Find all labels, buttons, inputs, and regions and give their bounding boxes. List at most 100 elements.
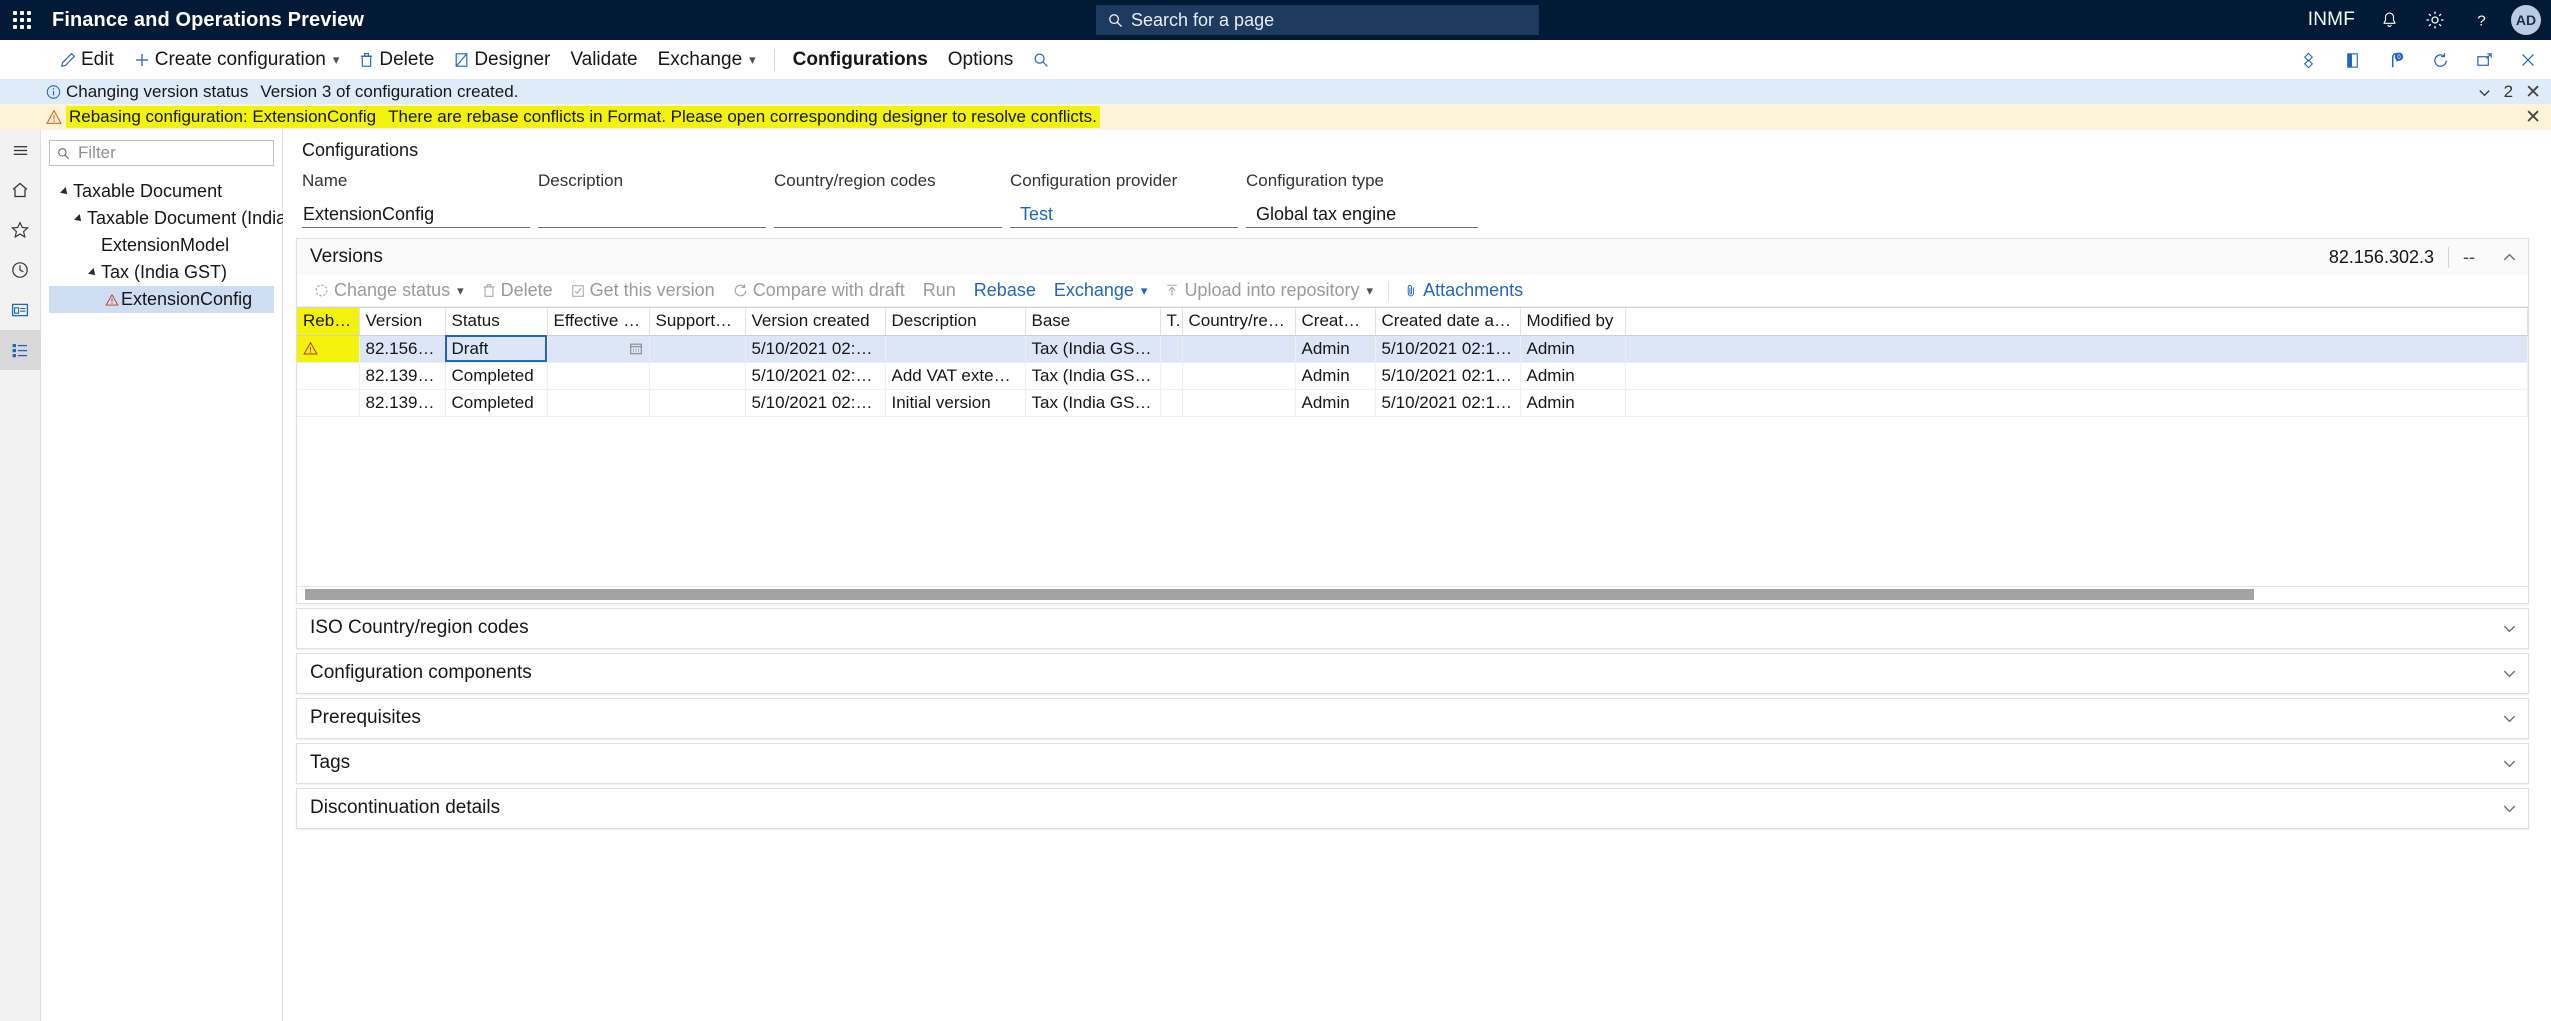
column-header-t[interactable]: T... bbox=[1160, 308, 1183, 336]
versions-exchange-button[interactable]: Exchange ▾ bbox=[1045, 276, 1157, 306]
configuration-type-value[interactable]: Global tax engine bbox=[1246, 202, 1478, 228]
description-value[interactable] bbox=[538, 202, 766, 228]
cell-t[interactable] bbox=[1160, 335, 1183, 363]
column-header-effective-from[interactable]: Effective from bbox=[547, 308, 650, 336]
refresh-icon[interactable] bbox=[2429, 49, 2451, 71]
cell-description[interactable] bbox=[885, 335, 1026, 363]
cell-effective-from[interactable] bbox=[547, 335, 650, 363]
cell-base[interactable]: Tax (India GST) 82.156.302 bbox=[1025, 335, 1161, 363]
chevron-down-icon[interactable] bbox=[2489, 620, 2518, 637]
close-icon[interactable] bbox=[2517, 49, 2539, 71]
column-header-version-created[interactable]: Version created bbox=[745, 308, 886, 336]
column-header-modified-by[interactable]: Modified by bbox=[1520, 308, 1626, 336]
bell-icon[interactable] bbox=[2377, 8, 2401, 32]
exchange-menu-button[interactable]: Exchange ▾ bbox=[648, 40, 766, 80]
column-header-created-by[interactable]: Created by bbox=[1295, 308, 1376, 336]
global-search-input[interactable] bbox=[1129, 8, 1539, 32]
expand-triangle-icon[interactable] bbox=[85, 267, 101, 278]
avatar[interactable]: AD bbox=[2511, 5, 2541, 35]
column-header-created-date-and-time[interactable]: Created date and time bbox=[1375, 308, 1521, 336]
calendar-icon[interactable] bbox=[554, 336, 643, 362]
cell-version-created[interactable]: 5/10/2021 02:17:56 AM bbox=[745, 362, 886, 390]
tree-node-extensionmodel[interactable]: ExtensionModel bbox=[49, 232, 274, 259]
cell-rebase-conflict[interactable] bbox=[297, 389, 360, 417]
tree-node-tax-india-gst[interactable]: Tax (India GST) bbox=[49, 259, 274, 286]
cell-supported-until[interactable] bbox=[649, 335, 746, 363]
command-search-button[interactable] bbox=[1023, 40, 1059, 80]
chevron-up-icon[interactable] bbox=[2489, 249, 2518, 266]
cell-base[interactable]: Tax (India GST) 82.139.249 bbox=[1025, 362, 1161, 390]
cell-created-by[interactable]: Admin bbox=[1295, 335, 1376, 363]
cell-t[interactable] bbox=[1160, 389, 1183, 417]
versions-delete-button[interactable]: Delete bbox=[473, 276, 562, 306]
tree-filter-box[interactable] bbox=[49, 140, 274, 166]
get-this-version-button[interactable]: Get this version bbox=[562, 276, 724, 306]
cell-created-by[interactable]: Admin bbox=[1295, 389, 1376, 417]
cell-effective-from[interactable] bbox=[547, 362, 650, 390]
versions-dropdown-summary[interactable]: -- bbox=[2448, 246, 2489, 268]
cell-supported-until[interactable] bbox=[649, 362, 746, 390]
cell-country-region-codes[interactable] bbox=[1182, 362, 1296, 390]
attachments-button[interactable]: Attachments bbox=[1395, 276, 1532, 306]
gear-icon[interactable] bbox=[2423, 8, 2447, 32]
popout-icon[interactable] bbox=[2473, 49, 2495, 71]
cell-base[interactable]: Tax (India GST) 82.139.249 bbox=[1025, 389, 1161, 417]
name-value[interactable]: ExtensionConfig bbox=[302, 202, 530, 228]
table-row[interactable]: 82.139.249.1 Completed 5/10/2021 02:16:1… bbox=[297, 389, 2528, 417]
create-configuration-button[interactable]: Create configuration ▾ bbox=[124, 40, 350, 80]
expand-triangle-icon[interactable] bbox=[57, 186, 73, 197]
cell-version-created[interactable]: 5/10/2021 02:16:11 AM bbox=[745, 389, 886, 417]
column-header-rebase-conflicts[interactable]: Rebase con... bbox=[297, 308, 360, 336]
designer-button[interactable]: Designer bbox=[444, 40, 560, 80]
configuration-components-header[interactable]: Configuration components bbox=[297, 653, 2528, 693]
cell-modified-by[interactable]: Admin bbox=[1520, 362, 1626, 390]
global-search-box[interactable] bbox=[1096, 5, 1539, 35]
cell-version[interactable]: 82.139.249.2 bbox=[359, 362, 446, 390]
cell-version[interactable]: 82.139.249.1 bbox=[359, 389, 446, 417]
cell-created-by[interactable]: Admin bbox=[1295, 362, 1376, 390]
tree-node-taxable-document-india[interactable]: Taxable Document (India) bbox=[49, 205, 292, 232]
tags-header[interactable]: Tags bbox=[297, 743, 2528, 783]
country-region-codes-value[interactable] bbox=[774, 202, 1002, 228]
column-header-base[interactable]: Base bbox=[1025, 308, 1161, 336]
cell-version-created[interactable]: 5/10/2021 02:24:20 AM bbox=[745, 335, 886, 363]
open-in-new-icon[interactable] bbox=[2341, 49, 2363, 71]
tab-options[interactable]: Options bbox=[938, 40, 1023, 80]
versions-fasttab-header[interactable]: Versions 82.156.302.3 -- bbox=[297, 239, 2528, 275]
tree-filter-input[interactable] bbox=[76, 142, 266, 164]
compare-with-draft-button[interactable]: Compare with draft bbox=[724, 276, 914, 306]
hamburger-icon[interactable] bbox=[0, 130, 41, 170]
cell-country-region-codes[interactable] bbox=[1182, 335, 1296, 363]
discontinuation-details-header[interactable]: Discontinuation details bbox=[297, 788, 2528, 828]
column-header-status[interactable]: Status bbox=[445, 308, 548, 336]
cell-modified-by[interactable]: Admin bbox=[1520, 335, 1626, 363]
iso-country-region-codes-header[interactable]: ISO Country/region codes bbox=[297, 608, 2528, 648]
cell-country-region-codes[interactable] bbox=[1182, 389, 1296, 417]
cell-status[interactable]: Draft bbox=[445, 335, 548, 363]
chevron-down-icon[interactable] bbox=[2489, 665, 2518, 682]
cell-modified-by[interactable]: Admin bbox=[1520, 389, 1626, 417]
close-icon[interactable]: ✕ bbox=[2525, 83, 2541, 102]
chevron-down-icon[interactable] bbox=[2477, 85, 2492, 100]
configuration-provider-value[interactable]: Test bbox=[1010, 202, 1238, 228]
scrollbar-track[interactable] bbox=[305, 589, 2520, 600]
cell-status[interactable]: Completed bbox=[445, 389, 548, 417]
grid-horizontal-scrollbar[interactable] bbox=[297, 586, 2528, 603]
tree-node-taxable-document[interactable]: Taxable Document bbox=[49, 178, 274, 205]
column-header-description[interactable]: Description bbox=[885, 308, 1026, 336]
cell-version[interactable]: 82.156.302.3 bbox=[359, 335, 446, 363]
chevron-down-icon[interactable] bbox=[2489, 710, 2518, 727]
tree-node-extensionconfig[interactable]: ExtensionConfig bbox=[49, 286, 274, 313]
question-mark-icon[interactable]: ? bbox=[2469, 8, 2493, 32]
cell-created-date-and-time[interactable]: 5/10/2021 02:17:57 AM bbox=[1375, 335, 1521, 363]
validate-button[interactable]: Validate bbox=[560, 40, 647, 80]
cell-created-date-and-time[interactable]: 5/10/2021 02:12:47 AM bbox=[1375, 389, 1521, 417]
change-status-button[interactable]: Change status ▾ bbox=[305, 276, 473, 306]
attachments-count-icon[interactable]: 0 bbox=[2385, 49, 2407, 71]
cell-status[interactable]: Completed bbox=[445, 362, 548, 390]
chevron-down-icon[interactable] bbox=[2489, 755, 2518, 772]
column-header-supported-until[interactable]: Supported until bbox=[649, 308, 746, 336]
recent-clock-icon[interactable] bbox=[0, 250, 41, 290]
prerequisites-header[interactable]: Prerequisites bbox=[297, 698, 2528, 738]
cell-supported-until[interactable] bbox=[649, 389, 746, 417]
